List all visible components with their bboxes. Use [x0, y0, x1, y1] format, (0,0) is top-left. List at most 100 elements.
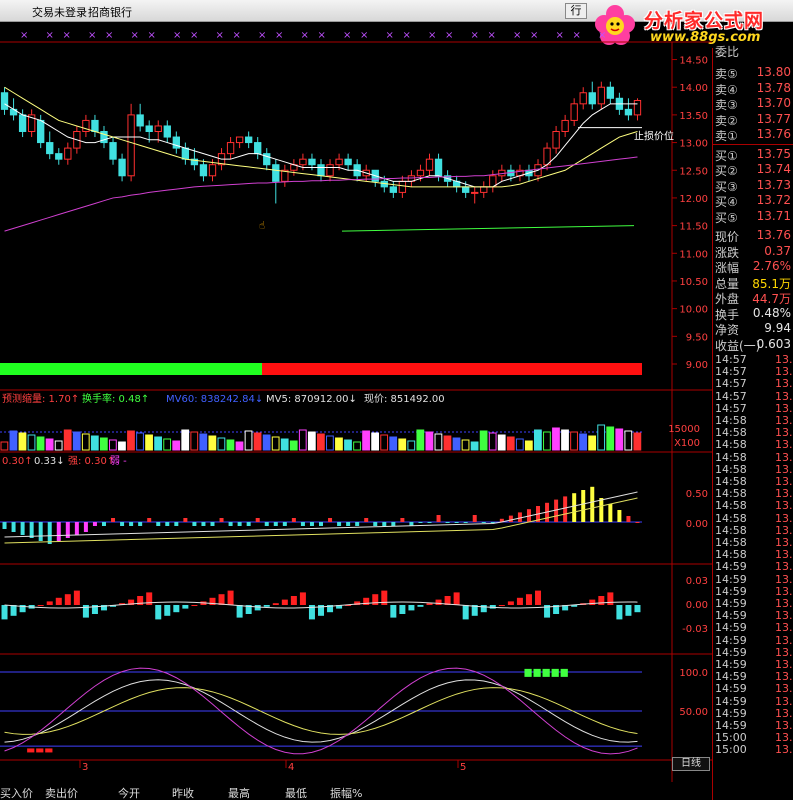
- volume-bar: [479, 430, 488, 451]
- macd-bar: [210, 522, 215, 526]
- status-item: 昨收: [172, 787, 194, 800]
- tick-time: 14:58: [715, 487, 747, 501]
- stop-label: 止损价位: [634, 130, 674, 143]
- day-period-button[interactable]: 日线: [672, 757, 710, 771]
- volume-bar: [380, 434, 389, 451]
- y-tick-label: 10.00: [679, 305, 708, 316]
- tick-price: 13.: [775, 682, 793, 696]
- macd-bar: [183, 518, 188, 522]
- tick-time: 14:59: [715, 682, 747, 696]
- macd-bar: [56, 522, 61, 541]
- volume-bar: [208, 435, 217, 451]
- candle: [254, 142, 262, 155]
- tick-price: 13.: [775, 450, 793, 464]
- macd-bar: [436, 515, 441, 522]
- volume-bar: [271, 436, 280, 451]
- kdj-signal-bar: [551, 668, 559, 677]
- volume-bar: [615, 428, 624, 451]
- macd-bar: [201, 522, 206, 526]
- candle: [55, 153, 63, 160]
- tick-price: 13.: [775, 609, 793, 623]
- tick-time: 14:59: [715, 609, 747, 623]
- tick-row: 14:58 13.: [713, 462, 793, 476]
- chart-area[interactable]: 14.50 14.00 13.50 13.00 12.50 12.00 11.50 11.00…: [0, 22, 712, 782]
- signal-marker: ×: [573, 30, 581, 41]
- stat-row-value: 9.94: [764, 321, 791, 335]
- tick-price: 13.: [775, 475, 793, 488]
- buy-row: 买④ 13.72: [713, 192, 793, 209]
- macd-bar: [481, 522, 486, 523]
- stat-row: 收益(一) 0.603: [713, 336, 793, 353]
- kdj-signal-bar: [542, 668, 550, 677]
- tick-price: 13.: [775, 438, 793, 452]
- volume-bar: [190, 431, 199, 451]
- candle: [398, 180, 407, 193]
- menu-button[interactable]: 行: [565, 3, 587, 19]
- volume-bar: [597, 424, 606, 451]
- stat-row-value: 2.76%: [752, 259, 791, 273]
- volume-bar: [344, 439, 352, 451]
- trend-strip: [0, 363, 712, 391]
- volume-bar: [470, 441, 479, 451]
- macd-bar: [337, 522, 342, 526]
- volume-bar: [154, 436, 162, 451]
- sell-row-value: 13.76: [756, 127, 791, 141]
- candle: [136, 114, 144, 127]
- macd-bar: [20, 522, 25, 535]
- volume-bar: [362, 430, 370, 451]
- macd-bar: [120, 522, 125, 526]
- macd-bar: [273, 522, 278, 526]
- kdj-signal-bar: [533, 668, 541, 677]
- signal-marker: ×: [471, 30, 479, 41]
- osc-bar: [272, 603, 279, 605]
- macd-header-item: 强: 0.30↑: [68, 455, 115, 467]
- volume-bar: [0, 441, 9, 451]
- status-item: 振幅%: [330, 787, 363, 800]
- kdj-tick-label: 100.0: [679, 668, 708, 679]
- x-tick-label: 4: [288, 762, 294, 773]
- macd-panel: 0.30↑ 0.33↓ 强: 0.30↑弱 - 0.50 0.00: [0, 455, 712, 565]
- osc-bar: [634, 605, 641, 613]
- tick-price: 13.: [775, 597, 793, 610]
- macd-bar: [599, 498, 604, 522]
- volume-bar: [353, 441, 361, 451]
- volume-bar: [452, 437, 461, 451]
- stat-row-value: 0.603: [756, 336, 791, 351]
- volume-bar: [27, 434, 36, 451]
- tick-time: 14:59: [715, 560, 747, 574]
- tick-price: 13.: [775, 670, 793, 684]
- buy-row-label: 买⑤: [715, 210, 738, 225]
- candle: [389, 186, 398, 193]
- tick-row: 14:57 13.: [713, 353, 793, 366]
- oscillator-panel: 0.03 0.00 -0.03: [0, 576, 712, 655]
- kdj-signal-bar: [36, 748, 44, 753]
- macd-bar: [255, 518, 260, 522]
- y-tick-label: 12.00: [679, 194, 708, 205]
- tick-row: 14:59 13.: [713, 695, 793, 708]
- signal-marker: ×: [318, 30, 326, 41]
- osc-bar: [607, 592, 614, 605]
- macd-bar: [391, 522, 396, 526]
- vol-unit-label: X100: [674, 438, 700, 449]
- hand-marker-icon: ☝: [259, 220, 265, 231]
- volume-bar: [163, 438, 172, 451]
- buy-row-value: 13.71: [756, 208, 791, 223]
- volume-panel: 预测缩量: 1.70↑ 换手率: 0.48↑ MV60: 838242.84↓ MV5…: [0, 392, 712, 453]
- sell-row-value: 13.77: [756, 111, 791, 126]
- osc-bar: [625, 605, 632, 616]
- tick-price: 13.: [775, 499, 793, 513]
- tick-price: 13.: [775, 560, 793, 574]
- macd-bar: [291, 518, 296, 522]
- macd-bar: [319, 522, 323, 526]
- tick-price: 13.: [775, 389, 793, 403]
- tick-row: 14:59 13.: [713, 646, 793, 659]
- kdj-signal-bar: [27, 748, 35, 753]
- tick-price: 13.: [775, 584, 793, 598]
- tick-time: 14:58: [715, 548, 747, 562]
- volume-bar: [63, 429, 72, 451]
- macd-bar: [83, 522, 88, 532]
- candle: [18, 114, 27, 133]
- quote-panel: 委比 卖⑤ 13.80 卖④ 13.78 卖③ 13.70 卖② 13.77 卖① 13.76 买① 1…: [712, 45, 793, 800]
- tick-time: 14:58: [715, 462, 747, 476]
- buy-row: 买③ 13.73: [713, 177, 793, 194]
